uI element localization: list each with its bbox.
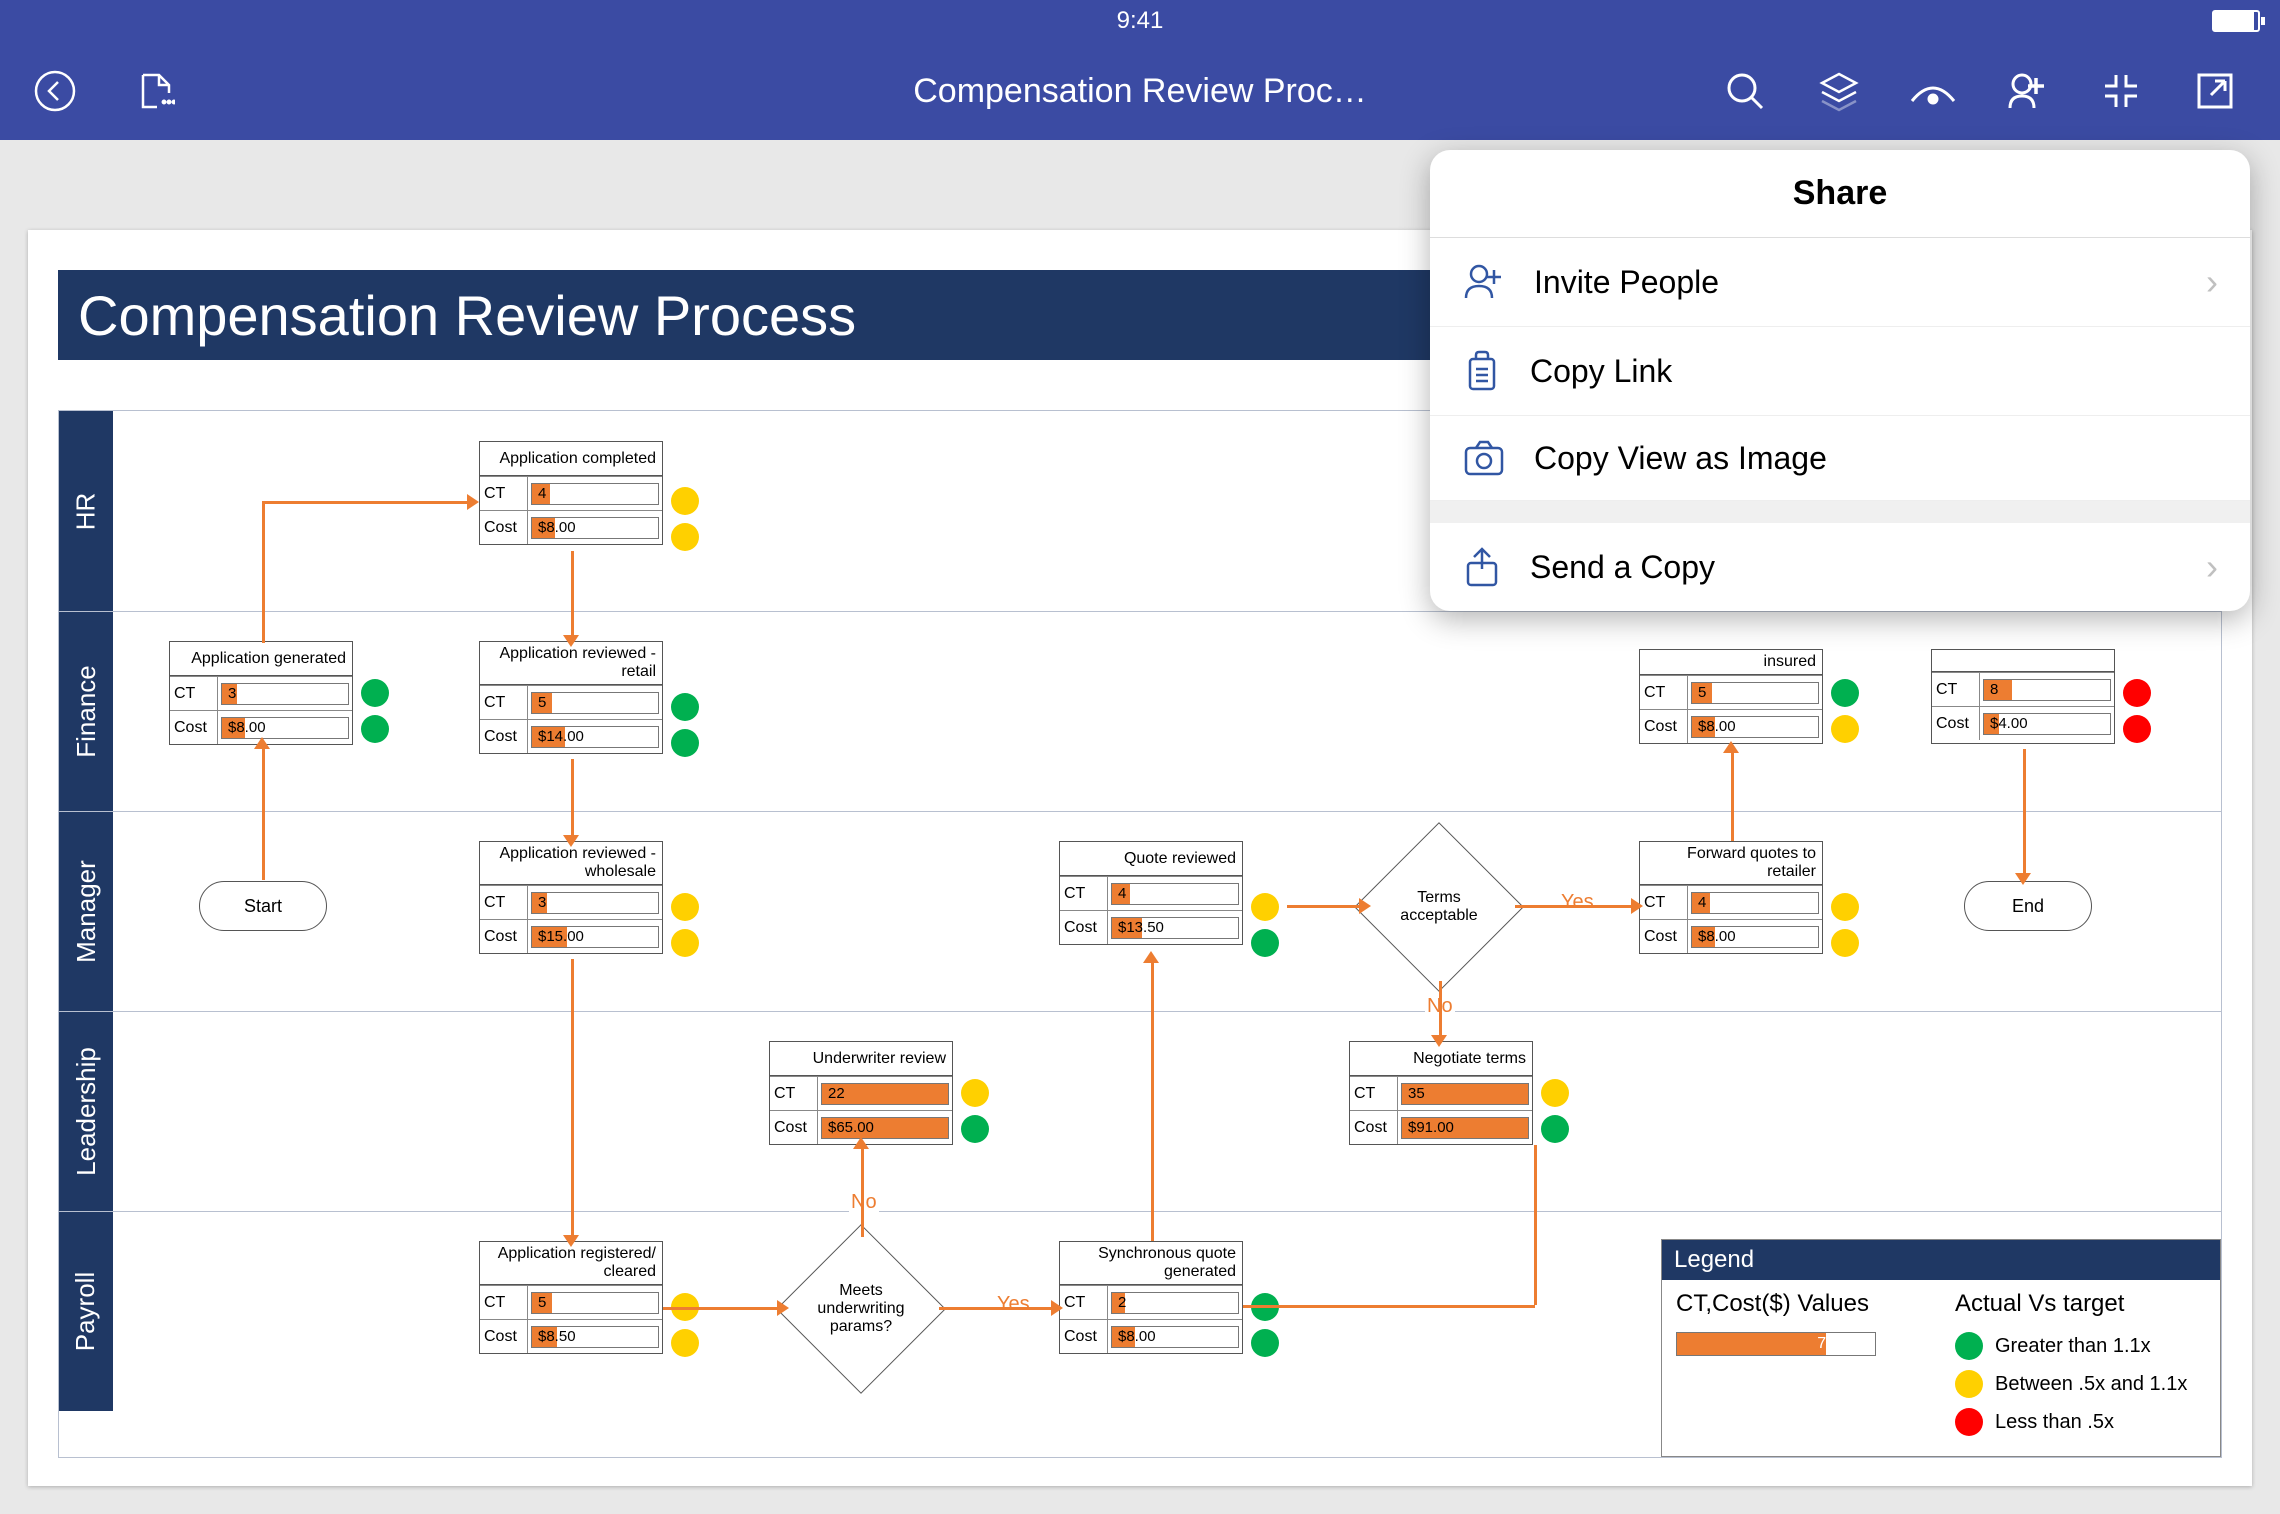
decision-meets-params[interactable]: Meets underwriting params?: [801, 1249, 921, 1369]
process-application-reviewed-wholesale[interactable]: Application reviewed - wholesaleCT3Cost$…: [479, 841, 663, 954]
share-popover: Share Invite People› Copy Link Copy View…: [1430, 150, 2250, 611]
search-button[interactable]: [1720, 66, 1770, 116]
legend: Legend CT,Cost($) Values 75 Actual Vs ta…: [1661, 1239, 2221, 1457]
decision-terms-acceptable[interactable]: Terms acceptable: [1379, 847, 1499, 967]
toolbar: Compensation Review Proc…: [0, 42, 2280, 140]
start-node[interactable]: Start: [199, 881, 327, 931]
view-button[interactable]: [1908, 66, 1958, 116]
process-box-12[interactable]: CT8Cost$4.00: [1931, 649, 2115, 744]
share-copy-view-image[interactable]: Copy View as Image: [1430, 416, 2250, 501]
share-copy-link[interactable]: Copy Link: [1430, 327, 2250, 416]
back-button[interactable]: [30, 66, 80, 116]
document-title: Compensation Review Proc…: [913, 72, 1367, 111]
status-time: 9:41: [1117, 7, 1164, 35]
process-insured[interactable]: insuredCT5Cost$8.00: [1639, 649, 1823, 744]
share-button[interactable]: [2002, 66, 2052, 116]
process-underwriter-review[interactable]: Underwriter reviewCT22Cost$65.00: [769, 1041, 953, 1145]
share-send-copy[interactable]: Send a Copy›: [1430, 523, 2250, 611]
expand-button[interactable]: [2190, 66, 2240, 116]
process-synchronous-quote[interactable]: Synchronous quote generatedCT2Cost$8.00: [1059, 1241, 1243, 1354]
process-application-registered[interactable]: Application registered/ clearedCT5Cost$8…: [479, 1241, 663, 1354]
lane-leadership: Leadership: [59, 1011, 2221, 1211]
process-application-reviewed-retail[interactable]: Application reviewed - retailCT5Cost$14.…: [479, 641, 663, 754]
chevron-right-icon: ›: [2206, 546, 2218, 588]
process-application-generated[interactable]: Application generatedCT3Cost$8.00: [169, 641, 353, 745]
process-negotiate-terms[interactable]: Negotiate termsCT35Cost$91.00: [1349, 1041, 1533, 1145]
layers-button[interactable]: [1814, 66, 1864, 116]
collapse-button[interactable]: [2096, 66, 2146, 116]
end-node[interactable]: End: [1964, 881, 2092, 931]
process-application-completed[interactable]: Application completedCT4Cost$8.00: [479, 441, 663, 545]
process-forward-quotes[interactable]: Forward quotes to retailerCT4Cost$8.00: [1639, 841, 1823, 954]
file-button[interactable]: [130, 66, 180, 116]
chevron-right-icon: ›: [2206, 261, 2218, 303]
status-bar: 9:41: [0, 0, 2280, 42]
share-title: Share: [1430, 150, 2250, 238]
share-invite-people[interactable]: Invite People›: [1430, 238, 2250, 327]
battery-icon: [2212, 10, 2260, 32]
process-quote-reviewed[interactable]: Quote reviewedCT4Cost$13.50: [1059, 841, 1243, 945]
